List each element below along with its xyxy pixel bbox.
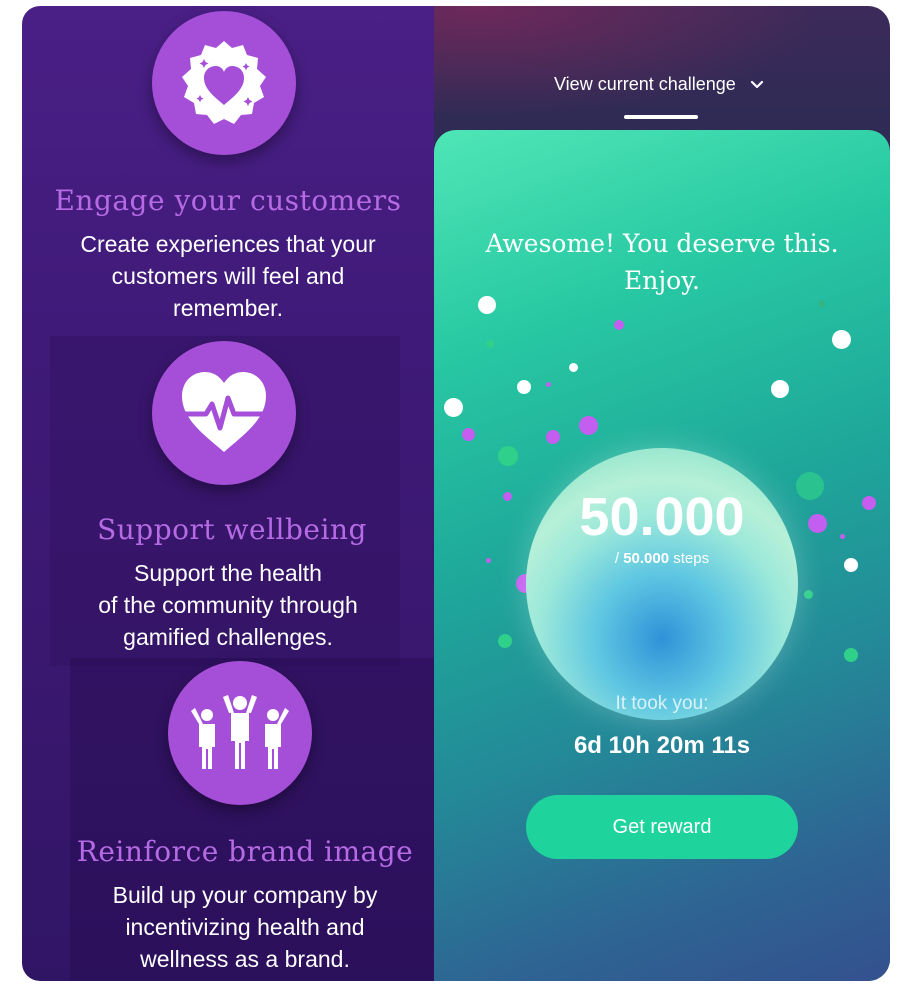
confetti-dot [517,380,531,394]
confetti-dot [462,428,475,441]
steps-value: 50.000 [579,487,745,547]
confetti-dot [844,558,858,572]
confetti-dot [808,514,827,533]
confetti-dot [444,398,463,417]
steps-goal-value: 50.000 [623,550,670,567]
confetti-dot [569,363,578,372]
confetti-dot [840,534,845,539]
confetti-dot [579,416,598,435]
confetti-dot [844,648,858,662]
feature-brand: Reinforce brand image Build up your comp… [22,6,434,981]
feature-description-line: incentivizing health and [125,914,365,940]
confetti-dot [498,634,512,648]
confetti-dot [546,430,560,444]
chevron-down-icon [750,74,764,95]
confetti-dot [771,380,789,398]
reward-card: Awesome! You deserve this. Enjoy. 50.000… [434,130,890,981]
team-celebrating-icon [168,661,312,805]
confetti-dot [832,330,851,349]
confetti-dot [478,296,496,314]
get-reward-button[interactable]: Get reward [526,795,798,859]
confetti-dot [818,300,826,308]
steps-goal: / 50.000 steps [526,550,798,567]
feature-description-line: wellness as a brand. [140,946,350,972]
confetti-dot [796,472,824,500]
confetti-dot [862,496,876,510]
sheet-drag-handle[interactable] [624,115,698,119]
steps-goal-prefix: / [614,550,624,567]
time-taken-value: 6d 10h 20m 11s [573,732,751,759]
confetti-dot [486,340,494,348]
confetti-dot [486,558,491,563]
confetti-dot [804,590,813,599]
card-title-line: Enjoy. [624,266,700,295]
features-panel: Engage your customers Create experiences… [22,6,434,981]
phone-screen: View current challenge Awesome! You dese… [434,6,890,981]
confetti-dot [498,446,518,466]
time-taken-label: It took you: [615,693,709,714]
confetti-dot [546,382,551,387]
confetti-dot [503,492,512,501]
card-title-line: Awesome! You deserve this. [485,229,839,258]
card-title: Awesome! You deserve this. Enjoy. [434,225,890,299]
view-current-challenge-button[interactable]: View current challenge [554,74,764,95]
get-reward-label: Get reward [612,815,712,838]
steps-goal-unit: steps [669,550,710,567]
feature-title: Reinforce brand image [76,835,414,868]
feature-description: Build up your company by incentivizing h… [65,879,425,975]
feature-description-line: Build up your company by [112,882,378,908]
view-current-challenge-label: View current challenge [554,74,736,94]
confetti-dot [614,320,624,330]
